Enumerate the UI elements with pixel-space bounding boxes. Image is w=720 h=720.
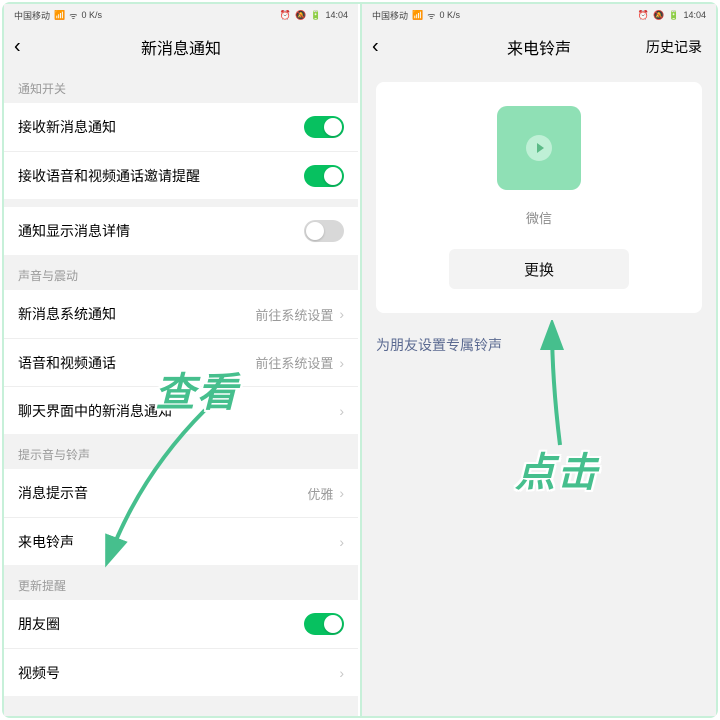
row-voice-invite[interactable]: 接收语音和视频通话邀请提醒 bbox=[4, 151, 358, 199]
row-voip[interactable]: 语音和视频通话 前往系统设置 › bbox=[4, 338, 358, 386]
alarm-icon: ⏰ bbox=[638, 10, 649, 21]
row-value: 前往系统设置 bbox=[255, 353, 333, 372]
toggle-on-icon[interactable] bbox=[304, 165, 344, 187]
chevron-right-icon: › bbox=[339, 355, 344, 371]
friend-ringtone-link[interactable]: 为朋友设置专属铃声 bbox=[376, 335, 702, 355]
row-label: 视频号 bbox=[18, 663, 339, 683]
row-label: 接收语音和视频通话邀请提醒 bbox=[18, 166, 304, 186]
row-label: 语音和视频通话 bbox=[18, 353, 255, 373]
history-action[interactable]: 历史记录 bbox=[646, 37, 702, 57]
wifi-icon: ᯤ bbox=[69, 9, 77, 22]
row-label: 朋友圈 bbox=[18, 614, 304, 634]
back-icon[interactable]: ‹ bbox=[372, 36, 379, 59]
toggle-off-icon[interactable] bbox=[304, 220, 344, 242]
navbar-right: ‹ 来电铃声 历史记录 bbox=[362, 26, 716, 68]
toggle-on-icon[interactable] bbox=[304, 116, 344, 138]
row-ringtone[interactable]: 来电铃声 › bbox=[4, 517, 358, 565]
section-header-update: 更新提醒 bbox=[4, 565, 358, 600]
row-channels[interactable]: 视频号 › bbox=[4, 648, 358, 696]
clock-label: 14:04 bbox=[683, 10, 706, 20]
row-sys-notify[interactable]: 新消息系统通知 前往系统设置 › bbox=[4, 290, 358, 338]
carrier-label: 中国移动 bbox=[14, 9, 50, 22]
alarm-icon: ⏰ bbox=[280, 10, 291, 21]
battery-icon: 🔋 bbox=[310, 10, 321, 21]
row-label: 接收新消息通知 bbox=[18, 117, 304, 137]
section-header-tone: 提示音与铃声 bbox=[4, 434, 358, 469]
ringtone-cover[interactable] bbox=[497, 106, 581, 190]
net-speed: 0 K/s bbox=[439, 10, 460, 20]
status-bar: 中国移动 📶 ᯤ 0 K/s ⏰ 🔕 🔋 14:04 bbox=[362, 4, 716, 26]
change-button[interactable]: 更换 bbox=[449, 249, 629, 289]
row-label: 来电铃声 bbox=[18, 532, 339, 552]
signal-icon: 📶 bbox=[54, 10, 65, 21]
ringtone-card: 微信 更换 bbox=[376, 82, 702, 313]
wifi-icon: ᯤ bbox=[427, 9, 435, 22]
chevron-right-icon: › bbox=[339, 665, 344, 681]
status-bar: 中国移动 📶 ᯤ 0 K/s ⏰ 🔕 🔋 14:04 bbox=[4, 4, 358, 26]
row-label: 消息提示音 bbox=[18, 483, 307, 503]
net-speed: 0 K/s bbox=[81, 10, 102, 20]
clock-label: 14:04 bbox=[325, 10, 348, 20]
row-show-detail[interactable]: 通知显示消息详情 bbox=[4, 207, 358, 255]
chevron-right-icon: › bbox=[339, 485, 344, 501]
row-tone[interactable]: 消息提示音 优雅 › bbox=[4, 469, 358, 517]
play-icon bbox=[526, 135, 552, 161]
right-panel: 中国移动 📶 ᯤ 0 K/s ⏰ 🔕 🔋 14:04 ‹ 来电铃声 历史记录 微… bbox=[362, 4, 716, 716]
back-icon[interactable]: ‹ bbox=[14, 36, 21, 59]
ringtone-name: 微信 bbox=[526, 208, 552, 227]
row-value: 前往系统设置 bbox=[255, 305, 333, 324]
signal-icon: 📶 bbox=[412, 10, 423, 21]
row-label: 新消息系统通知 bbox=[18, 304, 255, 324]
row-label: 聊天界面中的新消息通知 bbox=[18, 401, 339, 421]
chevron-right-icon: › bbox=[339, 403, 344, 419]
row-label: 通知显示消息详情 bbox=[18, 221, 304, 241]
row-receive-notify[interactable]: 接收新消息通知 bbox=[4, 103, 358, 151]
row-value: 优雅 bbox=[307, 484, 333, 503]
chevron-right-icon: › bbox=[339, 306, 344, 322]
battery-icon: 🔋 bbox=[668, 10, 679, 21]
navbar-left: ‹ 新消息通知 bbox=[4, 26, 358, 68]
carrier-label: 中国移动 bbox=[372, 9, 408, 22]
section-header-sound: 声音与震动 bbox=[4, 255, 358, 290]
toggle-on-icon[interactable] bbox=[304, 613, 344, 635]
row-chat-notify[interactable]: 聊天界面中的新消息通知 › bbox=[4, 386, 358, 434]
mute-icon: 🔕 bbox=[295, 10, 306, 21]
section-header-switch: 通知开关 bbox=[4, 68, 358, 103]
page-title: 新消息通知 bbox=[141, 35, 221, 59]
left-panel: 中国移动 📶 ᯤ 0 K/s ⏰ 🔕 🔋 14:04 ‹ 新消息通知 通知开关 … bbox=[4, 4, 358, 716]
page-title: 来电铃声 bbox=[507, 35, 571, 59]
row-moments[interactable]: 朋友圈 bbox=[4, 600, 358, 648]
chevron-right-icon: › bbox=[339, 534, 344, 550]
mute-icon: 🔕 bbox=[653, 10, 664, 21]
